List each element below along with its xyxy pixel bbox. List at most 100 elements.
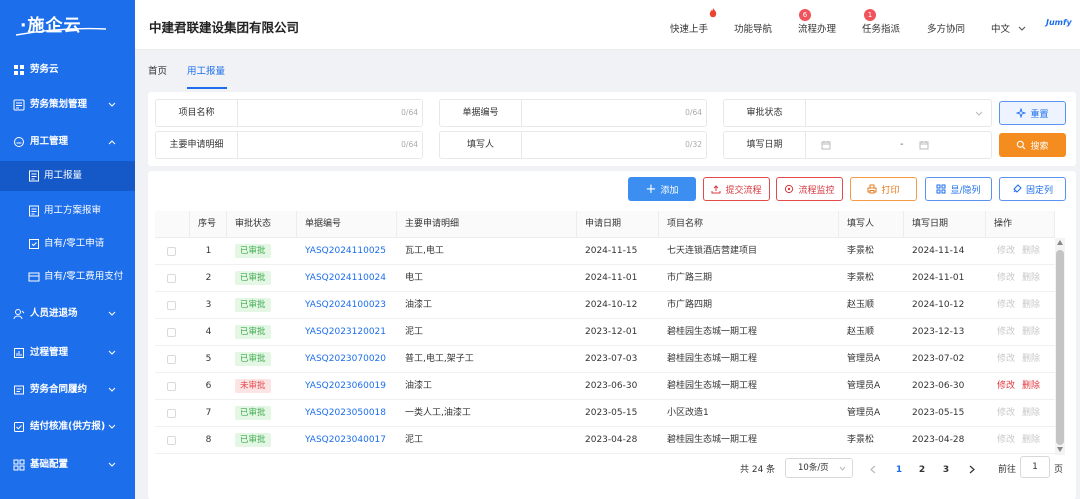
table-row[interactable]: 1 已审批 YASQ2024110025 瓦工,电工 2024-11-15 七天连锁酒店营… bbox=[155, 238, 1055, 265]
row-checkbox[interactable] bbox=[167, 301, 176, 310]
sidebar-item-label: 结付核准(供方报) bbox=[30, 421, 106, 432]
main-detail-field[interactable]: 主要申请明细 0/64 bbox=[155, 131, 423, 159]
plus-icon: + bbox=[645, 181, 657, 197]
sidebar-item-9[interactable]: 劳务合同履约 bbox=[0, 375, 135, 405]
page-2-button[interactable]: 2 bbox=[915, 460, 929, 480]
print-button[interactable]: 打印 bbox=[850, 177, 917, 201]
sidebar-item-label: 劳务合同履约 bbox=[30, 384, 88, 395]
table-row[interactable]: 8 已审批 YASQ2023040017 泥工 2023-04-28 碧桂园生态城一期工程… bbox=[155, 427, 1055, 454]
row-bill-link[interactable]: YASQ2024110025 bbox=[305, 246, 386, 256]
row-project-cell: 市广路四期 bbox=[659, 292, 839, 319]
next-page-icon[interactable] bbox=[969, 465, 975, 474]
chevron-down-icon bbox=[108, 387, 116, 393]
sidebar-item-5[interactable]: 自有/零工申请 bbox=[0, 229, 135, 259]
row-bill-link[interactable]: YASQ2023120021 bbox=[305, 327, 386, 337]
table-row[interactable]: 6 未审批 YASQ2023060019 油漆工 2023-06-30 碧桂园生态城一期工… bbox=[155, 373, 1055, 400]
scroll-down-icon[interactable] bbox=[1057, 447, 1063, 452]
reset-button[interactable]: 重置 bbox=[999, 101, 1066, 125]
project-name-field[interactable]: 项目名称 0/64 bbox=[155, 99, 423, 127]
sidebar-item-11[interactable]: 基础配置 bbox=[0, 450, 135, 480]
row-checkbox[interactable] bbox=[167, 328, 176, 337]
scrollbar-thumb[interactable] bbox=[1056, 250, 1064, 445]
row-bill-link[interactable]: YASQ2023060019 bbox=[305, 381, 386, 391]
row-detail-cell: 油漆工 bbox=[397, 292, 577, 319]
sidebar-item-8[interactable]: 过程管理 bbox=[0, 338, 135, 368]
page-1-button[interactable]: 1 bbox=[892, 460, 906, 480]
brand-logo: Jumfy bbox=[1046, 18, 1072, 27]
bill-no-field[interactable]: 单据编号 0/64 bbox=[439, 99, 707, 127]
person-icon bbox=[13, 308, 25, 320]
search-icon bbox=[1017, 140, 1026, 150]
sidebar-item-6[interactable]: 自有/零工费用支付 bbox=[0, 262, 135, 292]
filler-field[interactable]: 填写人 0/32 bbox=[439, 131, 707, 159]
sidebar-item-10[interactable]: 结付核准(供方报) bbox=[0, 412, 135, 442]
row-checkbox[interactable] bbox=[167, 436, 176, 445]
goto-page-input[interactable]: 1 bbox=[1020, 456, 1050, 478]
row-bill-link[interactable]: YASQ2024100023 bbox=[305, 300, 386, 310]
task-assign-link[interactable]: 任务指派 bbox=[862, 21, 900, 35]
page-3-button[interactable]: 3 bbox=[939, 460, 953, 480]
tab-labor-report[interactable]: 用工报量 bbox=[187, 63, 225, 77]
search-button[interactable]: 搜索 bbox=[999, 133, 1066, 157]
row-fill-date-cell: 2023-07-02 bbox=[904, 346, 986, 373]
row-no-cell: 3 bbox=[190, 292, 227, 319]
row-status-cell: 已审批 bbox=[227, 346, 297, 373]
sidebar-item-1[interactable]: 劳务策划管理 bbox=[0, 90, 135, 120]
sidebar-item-4[interactable]: 用工方案报审 bbox=[0, 196, 135, 226]
table-row[interactable]: 4 已审批 YASQ2023120021 泥工 2023-12-01 碧桂园生态城一期工程… bbox=[155, 319, 1055, 346]
sidebar-item-7[interactable]: 人员进退场 bbox=[0, 299, 135, 329]
multi-collab-link[interactable]: 多方协同 bbox=[927, 21, 965, 35]
row-checkbox[interactable] bbox=[167, 382, 176, 391]
language-select[interactable]: 中文 bbox=[991, 21, 1026, 35]
row-detail: 瓦工,电工 bbox=[405, 246, 444, 256]
fill-date-range[interactable]: 填写日期 - bbox=[723, 131, 992, 159]
delete-action[interactable]: 删除 bbox=[1022, 381, 1040, 391]
row-detail-cell: 泥工 bbox=[397, 427, 577, 454]
row-bill-link[interactable]: YASQ2024110024 bbox=[305, 273, 386, 283]
row-apply-date: 2024-11-15 bbox=[585, 246, 638, 256]
table-row[interactable]: 5 已审批 YASQ2023070020 普工,电工,架子工 2023-07-03 碧桂园… bbox=[155, 346, 1055, 373]
col-header-fill-date: 填写日期 bbox=[904, 211, 986, 238]
row-checkbox[interactable] bbox=[167, 409, 176, 418]
worker-icon bbox=[13, 136, 25, 148]
scroll-up-icon[interactable] bbox=[1057, 240, 1063, 245]
fix-columns-button[interactable]: 固定列 bbox=[999, 177, 1066, 201]
row-status-cell: 已审批 bbox=[227, 292, 297, 319]
approval-status-label: 审批状态 bbox=[724, 100, 806, 126]
edit-action[interactable]: 修改 bbox=[997, 381, 1015, 391]
row-status-cell: 已审批 bbox=[227, 265, 297, 292]
row-bill-link[interactable]: YASQ2023050018 bbox=[305, 408, 386, 418]
sidebar-item-2[interactable]: 用工管理 bbox=[0, 127, 135, 157]
add-button[interactable]: + 添加 bbox=[628, 177, 696, 201]
row-status: 已审批 bbox=[235, 298, 271, 312]
table-row[interactable]: 7 已审批 YASQ2023050018 一类人工,油漆工 2023-05-15 小区改造… bbox=[155, 400, 1055, 427]
function-nav-link[interactable]: 功能导航 bbox=[734, 21, 772, 35]
table-row[interactable]: 2 已审批 YASQ2024110024 电工 2024-11-01 市广路三期 李景松 20… bbox=[155, 265, 1055, 292]
monitor-flow-button[interactable]: 流程监控 bbox=[776, 177, 843, 201]
row-checkbox[interactable] bbox=[167, 247, 176, 256]
row-select-cell bbox=[155, 265, 190, 292]
row-detail: 油漆工 bbox=[405, 300, 433, 310]
logo[interactable]: ·施企云 bbox=[14, 11, 124, 37]
row-filler-cell: 李景松 bbox=[839, 238, 904, 265]
sidebar-item-3[interactable]: 用工报量 bbox=[0, 161, 135, 191]
page-size-select[interactable]: 10条/页 bbox=[785, 458, 853, 478]
row-bill-link[interactable]: YASQ2023070020 bbox=[305, 354, 386, 364]
row-bill-link[interactable]: YASQ2023040017 bbox=[305, 435, 386, 445]
tab-home[interactable]: 首页 bbox=[148, 63, 167, 77]
prev-page-icon[interactable] bbox=[870, 465, 876, 474]
submit-flow-button[interactable]: 提交流程 bbox=[703, 177, 770, 201]
monitor-flow-label: 流程监控 bbox=[798, 185, 835, 196]
approval-status-select[interactable]: 审批状态 bbox=[723, 99, 992, 127]
print-label: 打印 bbox=[881, 185, 900, 196]
row-checkbox[interactable] bbox=[167, 355, 176, 364]
row-project: 小区改造1 bbox=[667, 408, 709, 418]
process-handling-link[interactable]: 流程办理 bbox=[798, 21, 836, 35]
row-project: 七天连锁酒店营建项目 bbox=[667, 246, 758, 256]
toggle-columns-button[interactable]: 显/隐列 bbox=[925, 177, 992, 201]
row-checkbox[interactable] bbox=[167, 274, 176, 283]
table-row[interactable]: 3 已审批 YASQ2024100023 油漆工 2024-10-12 市广路四期 赵玉顺 2… bbox=[155, 292, 1055, 319]
quick-start-link[interactable]: 快速上手 bbox=[670, 21, 708, 35]
row-bill-link-cell: YASQ2023060019 bbox=[297, 373, 397, 400]
sidebar-item-0[interactable]: 劳务云 bbox=[0, 55, 135, 85]
